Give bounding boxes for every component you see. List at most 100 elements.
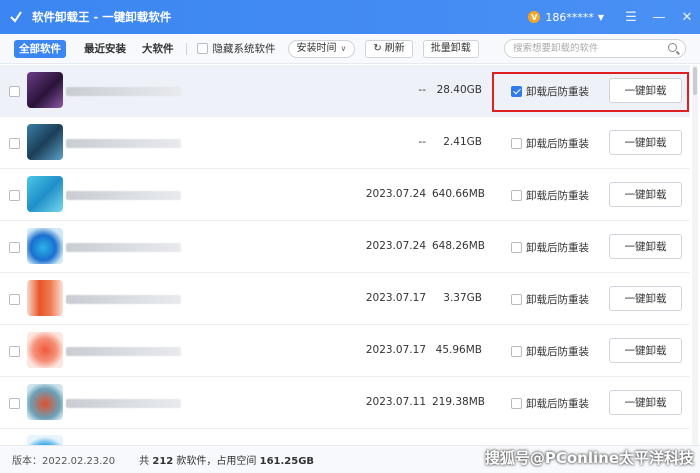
prevent-reinstall-checkbox[interactable] (511, 138, 522, 149)
refresh-button[interactable]: ↻ 刷新 (365, 39, 413, 58)
table-row[interactable]: -- 2.41GB 卸载后防重装 一键卸载 (0, 117, 690, 169)
sort-select-value: 安装时间 (296, 42, 337, 54)
app-icon (27, 72, 63, 108)
prevent-reinstall-label: 卸载后防重装 (526, 294, 589, 306)
search-input[interactable] (513, 43, 663, 54)
uninstall-button[interactable]: 一键卸载 (609, 390, 682, 415)
app-icon (27, 124, 63, 160)
search-icon[interactable] (668, 43, 677, 52)
app-icon (27, 228, 63, 264)
disk-space: 161.25GB (259, 456, 315, 467)
batch-uninstall-button[interactable]: 批量卸载 (422, 39, 479, 58)
uninstall-button[interactable]: 一键卸载 (609, 234, 682, 259)
tab-all-software[interactable]: 全部软件 (14, 39, 66, 58)
app-size: 2.41GB (443, 136, 482, 148)
watermark: 搜狐号@PConline太平洋科技 (484, 449, 694, 467)
prevent-reinstall-label: 卸载后防重装 (526, 138, 589, 150)
tab-recent-install[interactable]: 最近安装 (84, 40, 126, 58)
app-name-blurred (66, 243, 181, 252)
sort-select[interactable]: 安装时间 ∨ (287, 39, 356, 58)
prevent-reinstall-option[interactable]: 卸载后防重装 (511, 344, 589, 359)
install-date: 2023.07.24 (365, 188, 426, 200)
app-name-blurred (66, 191, 181, 200)
prevent-reinstall-option[interactable]: 卸载后防重装 (511, 240, 589, 255)
install-date: 2023.07.11 (365, 396, 426, 408)
prevent-reinstall-label: 卸载后防重装 (526, 398, 589, 410)
app-size: 640.66MB (432, 188, 486, 200)
user-account[interactable]: 186***** (545, 11, 594, 24)
uninstall-button[interactable]: 一键卸载 (609, 182, 682, 207)
uninstall-button[interactable]: 一键卸载 (609, 130, 682, 155)
uninstall-button[interactable]: 一键卸载 (609, 338, 682, 363)
app-name-blurred (66, 347, 181, 356)
version-label: 版本：2022.02.23.20 (12, 456, 116, 467)
prevent-reinstall-checkbox[interactable] (511, 242, 522, 253)
row-checkbox[interactable] (9, 346, 20, 357)
title-bar: 软件卸载王 - 一键卸载软件 V 186***** ▼ ☰ — ✕ (0, 0, 700, 34)
table-row[interactable]: 2023.07.24 648.26MB 卸载后防重装 一键卸载 (0, 221, 690, 273)
table-row[interactable]: 2023.07.17 3.37GB 卸载后防重装 一键卸载 (0, 273, 690, 325)
prevent-reinstall-checkbox[interactable] (511, 346, 522, 357)
row-checkbox[interactable] (9, 190, 20, 201)
summary-mid: 款软件，占用空间 (176, 456, 257, 467)
app-icon (27, 332, 63, 368)
prevent-reinstall-label: 卸载后防重装 (526, 190, 589, 202)
hide-system-checkbox[interactable] (196, 43, 208, 54)
row-checkbox[interactable] (9, 294, 20, 305)
install-date: 2023.07.24 (365, 240, 426, 252)
prevent-reinstall-option[interactable]: 卸载后防重装 (511, 396, 589, 411)
list-scrollbar[interactable] (692, 65, 698, 445)
prevent-reinstall-checkbox[interactable] (511, 190, 522, 201)
app-icon (27, 280, 63, 316)
row-checkbox[interactable] (9, 242, 20, 253)
tab-large-software[interactable]: 大软件 (142, 40, 174, 58)
app-name-blurred (66, 399, 181, 408)
minimize-icon[interactable]: — (646, 10, 672, 25)
summary-prefix: 共 (139, 456, 150, 467)
app-size: 648.26MB (432, 240, 486, 252)
prevent-reinstall-label: 卸载后防重装 (526, 346, 589, 358)
app-name-blurred (66, 295, 181, 304)
install-date: 2023.07.17 (365, 344, 426, 356)
chevron-down-icon: ∨ (340, 43, 347, 53)
install-date: -- (418, 84, 426, 96)
prevent-reinstall-option[interactable]: 卸载后防重装 (511, 136, 589, 151)
app-size: 28.40GB (436, 84, 482, 96)
table-row[interactable]: 2023.07.11 219.38MB 卸载后防重装 一键卸载 (0, 377, 690, 429)
app-icon (27, 435, 63, 445)
app-name-blurred (66, 139, 181, 148)
menu-icon[interactable]: ☰ (618, 10, 644, 25)
app-icon (27, 176, 63, 212)
refresh-label: 刷新 (384, 42, 405, 54)
install-date: 2023.07.17 (365, 292, 426, 304)
app-title: 软件卸载王 - 一键卸载软件 (32, 10, 172, 24)
refresh-icon: ↻ (373, 42, 382, 54)
app-icon (27, 384, 63, 420)
app-size: 219.38MB (432, 396, 486, 408)
divider (185, 42, 187, 55)
scrollbar-thumb[interactable] (693, 67, 697, 95)
hide-system-label: 隐藏系统软件 (212, 43, 276, 55)
chevron-down-icon[interactable]: ▼ (598, 13, 604, 22)
search-box[interactable] (504, 39, 686, 58)
close-icon[interactable]: ✕ (674, 10, 700, 25)
row-checkbox[interactable] (9, 86, 20, 97)
table-row[interactable]: 2023.07.17 45.96MB 卸载后防重装 一键卸载 (0, 325, 690, 377)
row-checkbox[interactable] (9, 138, 20, 149)
summary-label: 共 212 款软件，占用空间 161.25GB (139, 452, 314, 467)
table-row[interactable] (0, 429, 690, 445)
row-checkbox[interactable] (9, 398, 20, 409)
uninstall-button[interactable]: 一键卸载 (609, 286, 682, 311)
app-name-blurred (66, 87, 181, 96)
prevent-reinstall-option[interactable]: 卸载后防重装 (511, 292, 589, 307)
software-count: 212 (152, 456, 174, 467)
software-list: -- 28.40GB 卸载后防重装 一键卸载 -- 2.41GB 卸载后防重装 … (0, 65, 700, 445)
prevent-reinstall-checkbox[interactable] (511, 294, 522, 305)
install-date: -- (418, 136, 426, 148)
hide-system-toggle[interactable]: 隐藏系统软件 (196, 41, 276, 56)
prevent-reinstall-checkbox[interactable] (511, 398, 522, 409)
highlight-box (492, 72, 689, 112)
table-row[interactable]: 2023.07.24 640.66MB 卸载后防重装 一键卸载 (0, 169, 690, 221)
toolbar: 全部软件 最近安装 大软件 隐藏系统软件 安装时间 ∨ ↻ 刷新 批量卸载 (0, 34, 700, 64)
prevent-reinstall-option[interactable]: 卸载后防重装 (511, 188, 589, 203)
